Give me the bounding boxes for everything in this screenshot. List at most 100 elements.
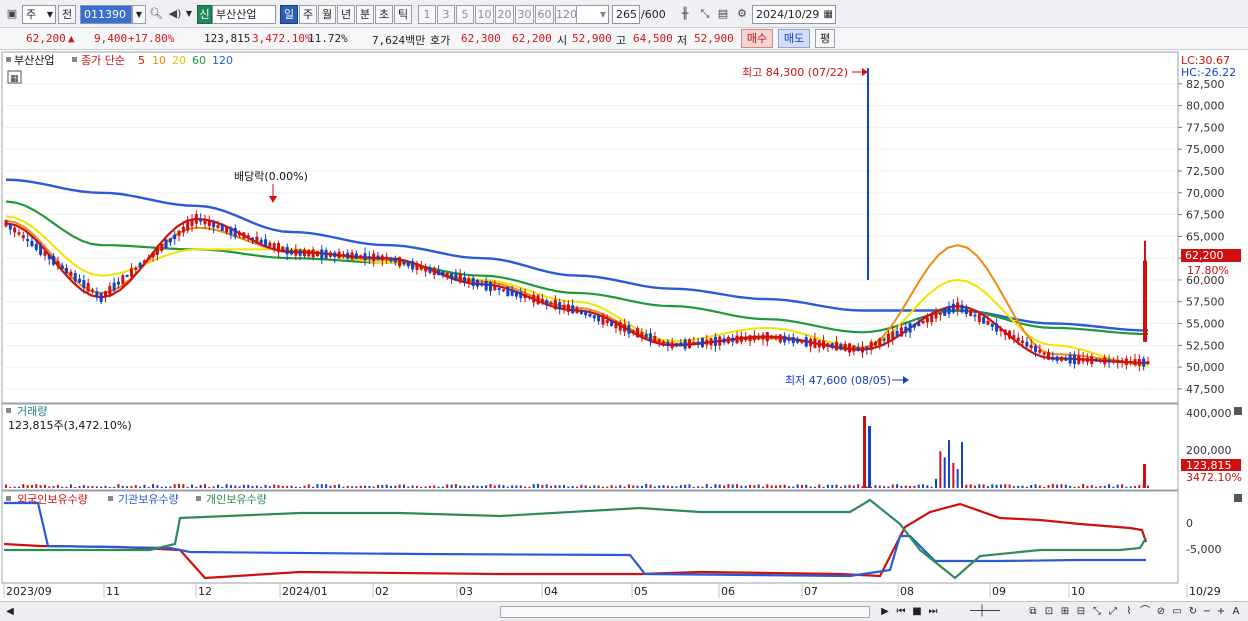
candle-body <box>454 273 458 281</box>
stock-name-field[interactable]: 부산산업 <box>212 5 276 24</box>
price-tick-label: 80,000 <box>1186 100 1225 113</box>
font-size-icon[interactable]: A <box>1229 605 1243 619</box>
x-axis-label: 02 <box>375 585 389 598</box>
tool-icon[interactable]: ⌇ <box>1122 605 1136 619</box>
period-tab-0[interactable]: 일 <box>280 5 298 24</box>
volume-bar <box>697 486 700 488</box>
candle-body <box>679 342 683 347</box>
volume-bar <box>831 485 834 488</box>
stop-icon[interactable]: ■ <box>910 605 924 619</box>
candle-body <box>277 242 281 253</box>
eval-button[interactable]: 평 <box>815 29 835 48</box>
tool-icon[interactable]: ⤢ <box>1106 605 1120 619</box>
period-tab-1[interactable]: 주 <box>299 5 317 24</box>
calendar-icon[interactable]: ▦ <box>824 6 833 23</box>
crosshair-icon[interactable]: ⤡ <box>696 5 714 24</box>
volume-bar <box>848 484 851 488</box>
speaker-dropdown-icon[interactable]: ▼ <box>184 5 194 24</box>
volume-bar <box>186 486 189 488</box>
tool-icon[interactable]: ⧉ <box>1026 605 1040 619</box>
zoom-in-icon[interactable]: + <box>1214 605 1228 619</box>
interval-button-1[interactable]: 1 <box>418 5 436 24</box>
candle-body <box>774 336 778 339</box>
stock-code-input[interactable]: 011390 <box>80 5 132 24</box>
buy-button[interactable]: 매수 <box>741 29 773 48</box>
volume-bar <box>286 485 289 488</box>
interval-button-60[interactable]: 60 <box>535 5 554 24</box>
volume-bar <box>169 486 172 488</box>
interval-button-30[interactable]: 30 <box>515 5 534 24</box>
candle-body <box>129 268 133 277</box>
volume-bar <box>195 486 198 488</box>
candle-body <box>1116 359 1120 364</box>
candle-body <box>514 291 518 297</box>
price-tick-label: 55,000 <box>1186 318 1225 331</box>
volume-bar <box>385 484 388 488</box>
interval-button-3[interactable]: 3 <box>437 5 455 24</box>
volume-bar <box>48 486 51 488</box>
period-tab-6[interactable]: 틱 <box>394 5 412 24</box>
jump-first-icon[interactable]: ⏮ <box>894 605 908 619</box>
candle-body <box>238 232 242 236</box>
stock-code-dropdown[interactable]: ▼ <box>132 5 146 24</box>
interval-button-5[interactable]: 5 <box>456 5 474 24</box>
volume-bar <box>299 486 302 488</box>
save-icon[interactable]: ▤ <box>714 5 732 24</box>
settings-gear-icon[interactable]: ⚙ <box>733 5 751 24</box>
volume-bar <box>268 486 271 488</box>
stock-chart-svg[interactable]: 82,500 80,000 77,500 75,000 72,500 70,000 67,5… <box>0 50 1248 601</box>
candle-body <box>484 280 488 291</box>
scroll-right-icon[interactable]: ▶ <box>878 605 892 619</box>
open-price: 52,900 <box>572 32 612 45</box>
tool-icon[interactable]: ▭ <box>1170 605 1184 619</box>
interval-button-20[interactable]: 20 <box>495 5 514 24</box>
jump-last-icon[interactable]: ⏭ <box>926 605 940 619</box>
candle-type-icon[interactable]: ╫ <box>676 5 694 24</box>
zoom-slider[interactable]: ╶─┼──╴ <box>950 605 1020 619</box>
speaker-icon[interactable]: ◀) <box>166 5 184 24</box>
interval-button-10[interactable]: 10 <box>475 5 494 24</box>
period-tab-4[interactable]: 분 <box>356 5 374 24</box>
volume-bar <box>1121 484 1124 488</box>
volume-spike-bar <box>863 416 866 488</box>
candle-body <box>103 291 107 297</box>
x-axis-label: 12 <box>198 585 212 598</box>
period-tab-5[interactable]: 초 <box>375 5 393 24</box>
panel-close-icon[interactable] <box>1234 494 1242 502</box>
candle-body <box>480 283 484 286</box>
sell-button[interactable]: 매도 <box>778 29 810 48</box>
tool-icon[interactable]: ⊟ <box>1074 605 1088 619</box>
candle-body <box>108 285 112 295</box>
refresh-icon[interactable]: ↻ <box>1186 605 1200 619</box>
candle-body <box>977 313 981 323</box>
volume-bar <box>1108 484 1111 488</box>
tool-icon[interactable]: ⊘ <box>1154 605 1168 619</box>
chart-area[interactable]: 82,500 80,000 77,500 75,000 72,500 70,000 67,5… <box>0 50 1248 601</box>
scroll-left-icon[interactable]: ◀ <box>3 605 17 619</box>
date-input[interactable]: 2024/10/29 ▦ <box>752 5 836 24</box>
prev-button[interactable]: 전 <box>58 5 76 24</box>
scroll-thumb[interactable] <box>500 606 870 618</box>
period-tab-2[interactable]: 월 <box>318 5 336 24</box>
period-tab-3[interactable]: 년 <box>337 5 355 24</box>
interval-button-120[interactable]: 120 <box>555 5 577 24</box>
volume-bar <box>1125 486 1128 488</box>
window-menu-icon[interactable]: ▣ <box>3 5 21 24</box>
count-input[interactable]: 265 <box>612 5 640 24</box>
candle-body <box>450 272 454 280</box>
volume-bar <box>926 485 929 488</box>
candle-body <box>199 219 203 222</box>
volume-bar <box>904 485 907 488</box>
tool-icon[interactable]: ⊡ <box>1042 605 1056 619</box>
volume-bar <box>450 484 453 488</box>
volume-bar <box>381 485 384 488</box>
bottom-scrollbar[interactable]: ◀ ▶ ⏮ ■ ⏭ ╶─┼──╴ ⧉ ⊡ ⊞ ⊟ ⤡ ⤢ ⌇ ⌒ ⊘ ▭ ↻ −… <box>0 601 1248 621</box>
search-icon[interactable]: 🔍︎ <box>147 5 165 24</box>
tool-icon[interactable]: ⊞ <box>1058 605 1072 619</box>
panel-close-icon[interactable] <box>1234 407 1242 415</box>
volume-bar <box>78 486 81 488</box>
period-combo[interactable]: 주 ▼ <box>22 5 56 24</box>
tool-icon[interactable]: ⌒ <box>1138 605 1152 619</box>
zoom-out-icon[interactable]: − <box>1200 605 1214 619</box>
tool-icon[interactable]: ⤡ <box>1090 605 1104 619</box>
